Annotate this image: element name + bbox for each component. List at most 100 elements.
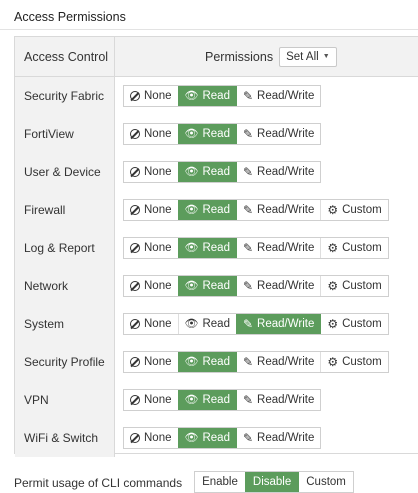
option-read-button[interactable]: 👁︎ Read xyxy=(177,162,236,182)
row-label-user-and-device: User & Device xyxy=(24,165,101,179)
pencil-icon: ✎ xyxy=(242,279,254,293)
option-label: Read xyxy=(202,128,230,140)
option-none-button[interactable]: None xyxy=(124,200,178,220)
permissions-table: Access Control Permissions Set All ▼ Sec… xyxy=(14,36,418,457)
header-permissions-label: Permissions xyxy=(205,49,274,64)
option-read-button[interactable]: 👁︎ Read xyxy=(177,86,236,106)
cli-option-enable-button[interactable]: Enable xyxy=(195,472,245,492)
option-custom-button[interactable]: ⚙ Custom xyxy=(320,314,387,334)
option-label: Read/Write xyxy=(257,128,315,140)
option-label: Read/Write xyxy=(257,318,315,330)
permission-row-wifi-and-switch: None 👁︎ Read ✎ Read/Write xyxy=(115,419,418,457)
eye-icon: 👁︎ xyxy=(184,89,199,102)
pencil-icon: ✎ xyxy=(242,317,254,331)
option-label: Read/Write xyxy=(257,166,315,178)
option-read-write-button[interactable]: ✎ Read/Write xyxy=(235,124,320,144)
option-custom-button[interactable]: ⚙ Custom xyxy=(320,352,387,372)
cli-option-disable-button[interactable]: Disable xyxy=(244,472,299,492)
option-label: Read xyxy=(202,356,230,368)
ban-icon xyxy=(130,91,140,101)
option-none-button[interactable]: None xyxy=(124,390,178,410)
option-label: None xyxy=(144,432,172,444)
ban-icon xyxy=(130,205,140,215)
option-none-button[interactable]: None xyxy=(124,314,178,334)
option-read-write-button[interactable]: ✎ Read/Write xyxy=(235,276,320,296)
option-none-button[interactable]: None xyxy=(124,428,178,448)
option-read-write-button[interactable]: ✎ Read/Write xyxy=(235,200,320,220)
ban-icon xyxy=(130,167,140,177)
option-read-write-button[interactable]: ✎ Read/Write xyxy=(235,86,320,106)
option-read-button[interactable]: 👁︎ Read xyxy=(177,428,236,448)
section-title: Access Permissions xyxy=(0,0,418,30)
row-label-firewall: Firewall xyxy=(24,203,66,217)
pencil-icon: ✎ xyxy=(242,431,254,445)
option-label: Custom xyxy=(342,242,382,254)
option-label: Read/Write xyxy=(257,204,315,216)
option-label: Read xyxy=(202,394,230,406)
permission-row-log-and-report: None 👁︎ Read ✎ Read/Write ⚙ Custom xyxy=(115,229,418,267)
option-label: Read xyxy=(202,318,230,330)
permission-toggle-group: None 👁︎ Read ✎ Read/Write ⚙ Custom xyxy=(123,237,389,259)
permission-toggle-group: None 👁︎ Read ✎ Read/Write ⚙ Custom xyxy=(123,199,389,221)
ban-icon xyxy=(130,281,140,291)
option-label: Custom xyxy=(342,356,382,368)
permission-toggle-group: None 👁︎ Read ✎ Read/Write xyxy=(123,427,322,449)
permission-toggle-group: None 👁︎ Read ✎ Read/Write xyxy=(123,123,322,145)
cli-permission: Permit usage of CLI commands Enable Disab… xyxy=(14,465,354,493)
option-custom-button[interactable]: ⚙ Custom xyxy=(320,276,387,296)
option-label: Read xyxy=(202,204,230,216)
set-all-dropdown[interactable]: Set All ▼ xyxy=(279,46,337,67)
permission-row-system: None 👁︎ Read ✎ Read/Write ⚙ Custom xyxy=(115,305,418,343)
option-label: Read/Write xyxy=(257,356,315,368)
header-permissions: Permissions Set All ▼ xyxy=(115,37,418,76)
option-label: Read/Write xyxy=(257,432,315,444)
permissions-column: None 👁︎ Read ✎ Read/Write None 👁︎ Read ✎ Read/Wri… xyxy=(115,77,418,457)
eye-icon: 👁︎ xyxy=(184,165,199,178)
header-access-control: Access Control xyxy=(15,37,115,76)
gear-icon: ⚙ xyxy=(327,317,339,331)
cli-option-custom-button[interactable]: Custom xyxy=(298,472,353,492)
option-none-button[interactable]: None xyxy=(124,238,178,258)
permission-row-firewall: None 👁︎ Read ✎ Read/Write ⚙ Custom xyxy=(115,191,418,229)
access-control-column: Security Fabric FortiView User & Device Fir… xyxy=(15,77,115,457)
option-read-write-button[interactable]: ✎ Read/Write xyxy=(235,390,320,410)
option-none-button[interactable]: None xyxy=(124,124,178,144)
option-read-write-button[interactable]: ✎ Read/Write xyxy=(235,428,320,448)
option-custom-button[interactable]: ⚙ Custom xyxy=(320,200,387,220)
option-none-button[interactable]: None xyxy=(124,86,178,106)
option-label: Custom xyxy=(342,204,382,216)
option-read-button[interactable]: 👁︎ Read xyxy=(177,238,236,258)
option-none-button[interactable]: None xyxy=(124,162,178,182)
option-read-write-button[interactable]: ✎ Read/Write xyxy=(235,238,320,258)
set-all-label: Set All xyxy=(286,50,319,63)
eye-icon: 👁︎ xyxy=(184,355,199,368)
row-label-wifi-and-switch: WiFi & Switch xyxy=(24,431,99,445)
permission-toggle-group: None 👁︎ Read ✎ Read/Write ⚙ Custom xyxy=(123,275,389,297)
ban-icon xyxy=(130,319,140,329)
option-read-write-button[interactable]: ✎ Read/Write xyxy=(235,162,320,182)
option-label: Read/Write xyxy=(257,242,315,254)
ban-icon xyxy=(130,433,140,443)
option-custom-button[interactable]: ⚙ Custom xyxy=(320,238,387,258)
option-read-button[interactable]: 👁︎ Read xyxy=(177,276,236,296)
option-none-button[interactable]: None xyxy=(124,276,178,296)
option-read-write-button[interactable]: ✎ Read/Write xyxy=(235,352,320,372)
eye-icon: 👁︎ xyxy=(184,127,199,140)
permission-toggle-group: None 👁︎ Read ✎ Read/Write xyxy=(123,161,322,183)
permission-row-user-and-device: None 👁︎ Read ✎ Read/Write xyxy=(115,153,418,191)
option-read-button[interactable]: 👁︎ Read xyxy=(177,390,236,410)
option-label: None xyxy=(144,90,172,102)
option-read-button[interactable]: 👁︎ Read xyxy=(177,124,236,144)
table-body: Security Fabric FortiView User & Device Fir… xyxy=(15,77,418,457)
option-none-button[interactable]: None xyxy=(124,352,178,372)
option-read-button[interactable]: 👁︎ Read xyxy=(177,200,236,220)
row-label-log-and-report: Log & Report xyxy=(24,241,95,255)
gear-icon: ⚙ xyxy=(327,241,339,255)
ban-icon xyxy=(130,395,140,405)
table-header: Access Control Permissions Set All ▼ xyxy=(15,37,418,77)
row-label-security-profile: Security Profile xyxy=(24,355,105,369)
option-read-button[interactable]: 👁︎ Read xyxy=(177,314,236,334)
option-read-button[interactable]: 👁︎ Read xyxy=(177,352,236,372)
gear-icon: ⚙ xyxy=(327,279,339,293)
option-read-write-button[interactable]: ✎ Read/Write xyxy=(235,314,321,334)
